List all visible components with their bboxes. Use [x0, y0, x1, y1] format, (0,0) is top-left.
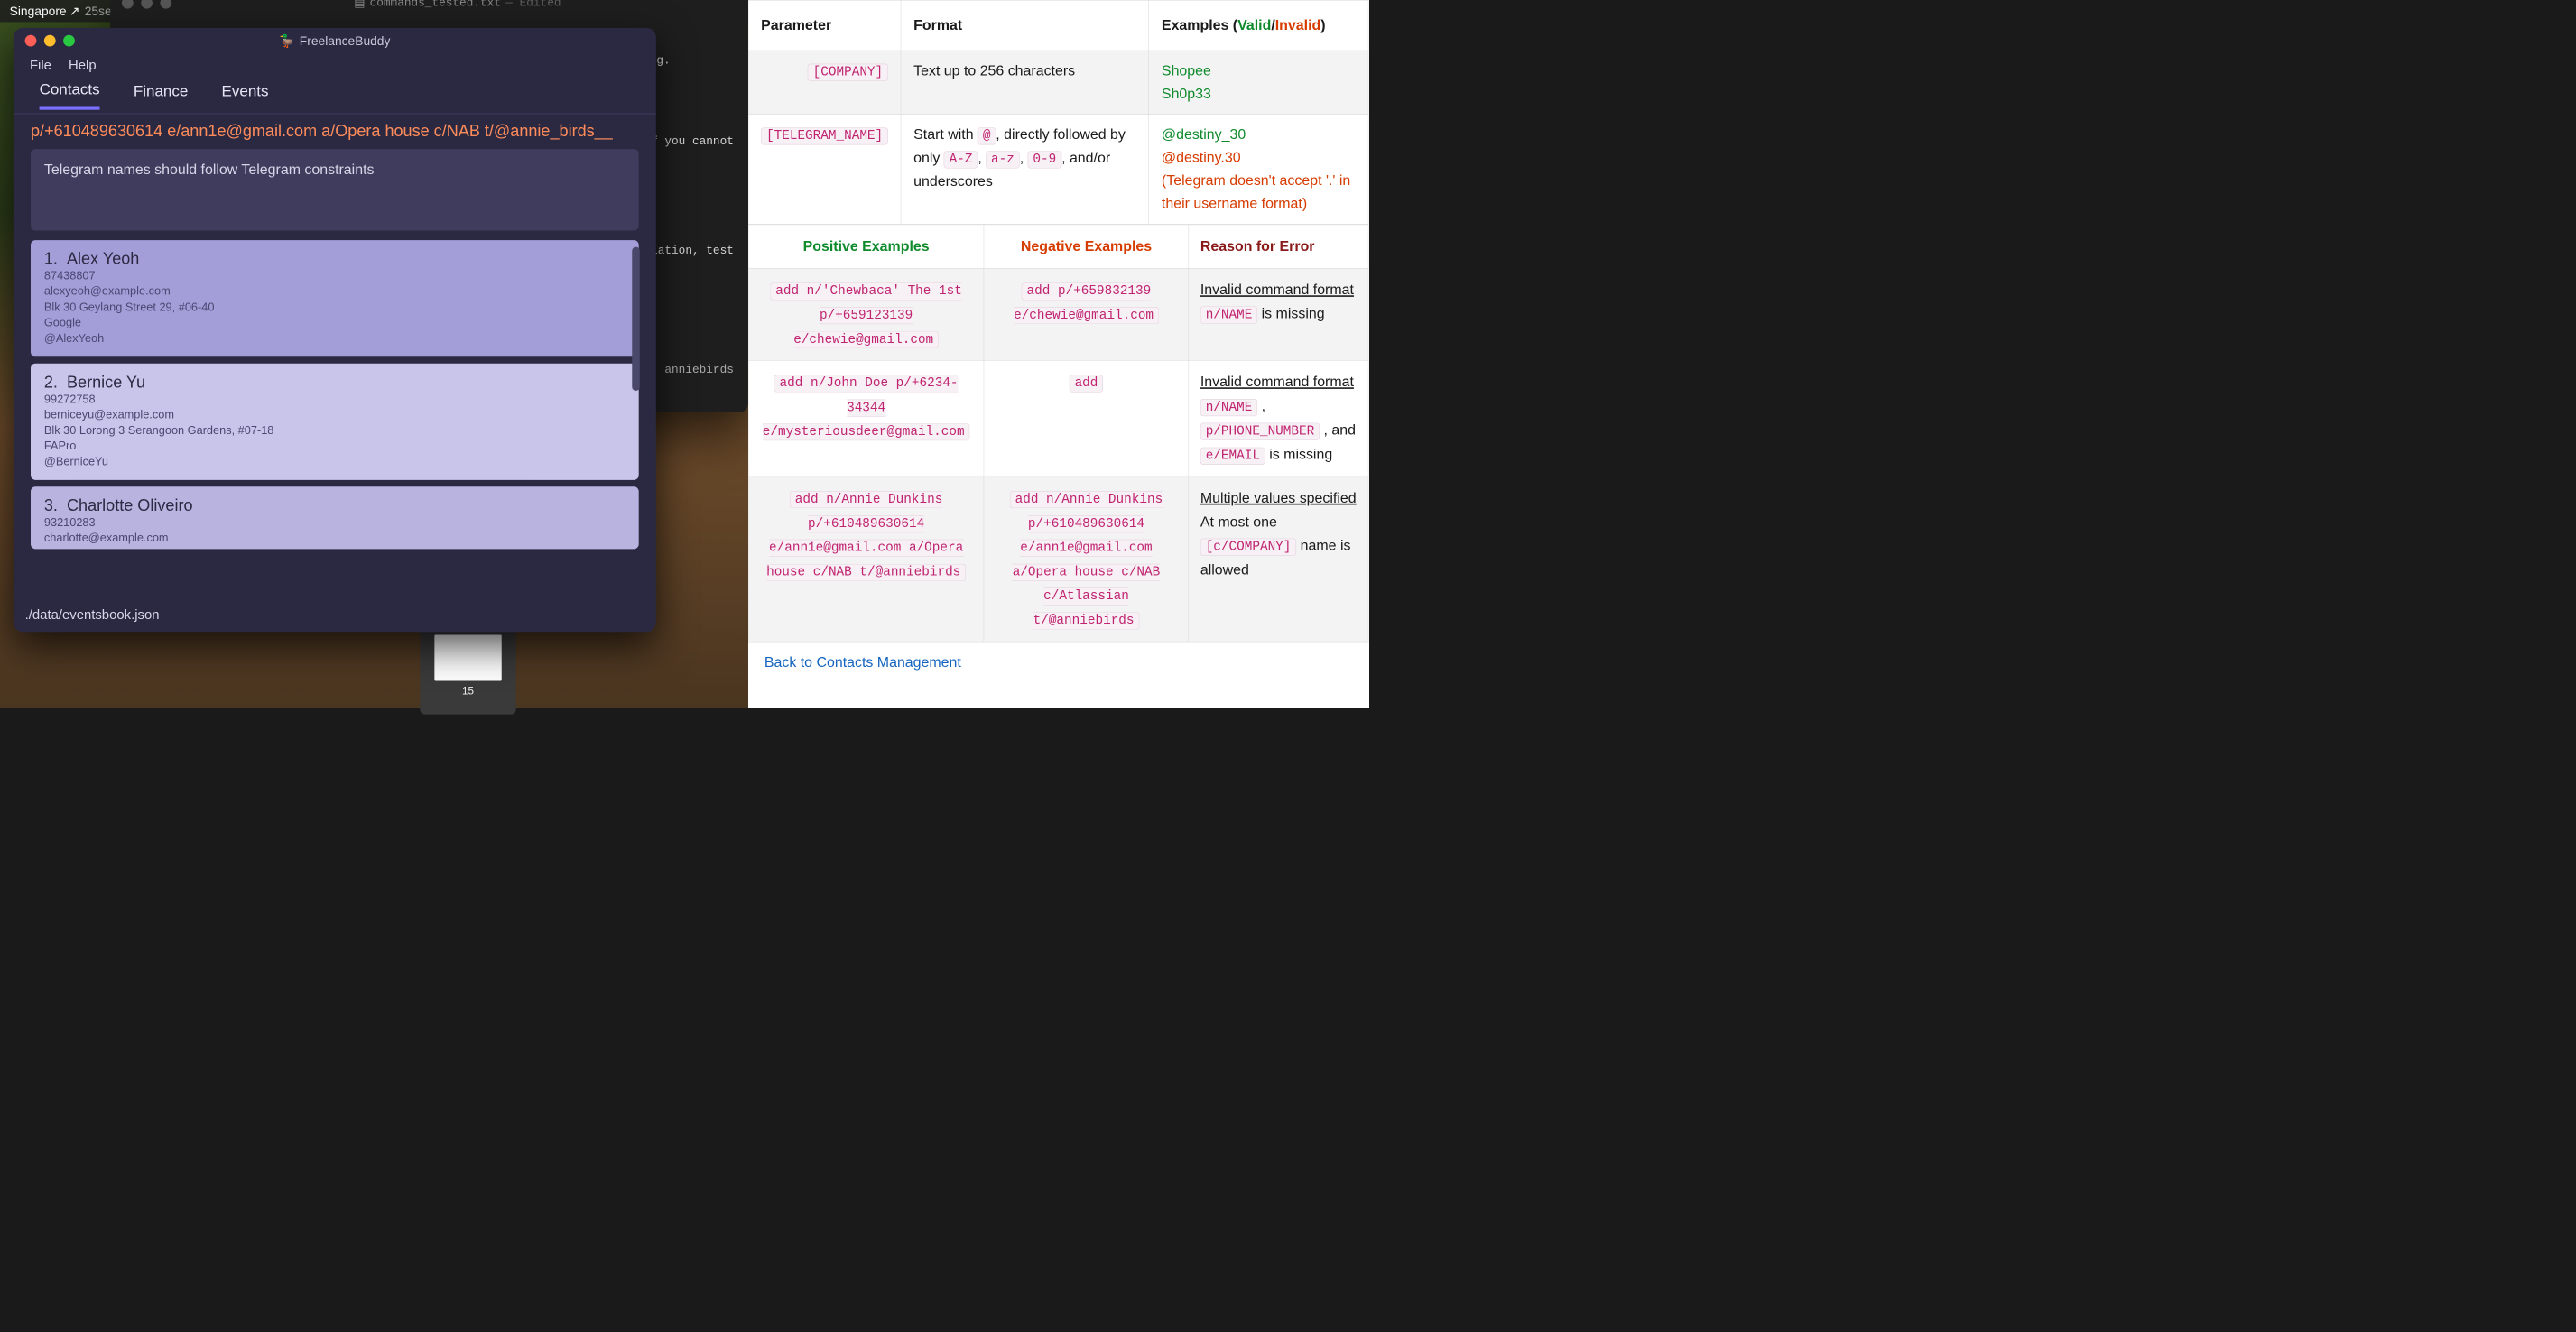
table-row: add n/Annie Dunkins p/+610489630614 e/an…	[748, 476, 1368, 642]
table-header-row: Parameter Format Examples (Valid/Invalid…	[748, 0, 1368, 51]
contact-name: 1. Alex Yeoh	[44, 250, 625, 269]
table-row: [TELEGRAM_NAME] Start with @, directly f…	[748, 115, 1368, 225]
editor-filename: commands_tested.txt	[370, 0, 501, 9]
contact-card[interactable]: 1. Alex Yeoh 87438807 alexyeoh@example.c…	[31, 240, 639, 356]
contacts-scrollbar[interactable]	[632, 247, 640, 391]
param-tag: [TELEGRAM_NAME]	[761, 127, 888, 144]
table-header-row: Positive Examples Negative Examples Reas…	[748, 225, 1368, 268]
editor-titlebar: ▤ commands_tested.txt — Edited	[110, 0, 748, 15]
contact-name: 2. Bernice Yu	[44, 373, 625, 392]
app-maximize-button[interactable]	[63, 35, 75, 47]
app-menubar: File Help	[14, 54, 656, 78]
contact-name: 3. Charlotte Oliveiro	[44, 496, 625, 515]
negative-example: add	[1070, 375, 1104, 393]
contact-phone: 87438807	[44, 269, 625, 284]
app-close-button[interactable]	[25, 35, 37, 47]
format-text: Text up to 256 characters	[901, 51, 1149, 115]
table-row: add n/'Chewbaca' The 1st p/+659123139 e/…	[748, 268, 1368, 360]
menu-file[interactable]: File	[30, 58, 51, 73]
pdf-thumbnail[interactable]	[434, 634, 501, 680]
document-icon: ▤	[354, 0, 365, 10]
param-tag: [COMPANY]	[808, 64, 888, 81]
status-bar: ./data/eventsbook.json	[14, 599, 656, 632]
tab-finance[interactable]: Finance	[134, 82, 188, 108]
contact-email: charlotte@example.com	[44, 531, 625, 546]
negative-example: add n/Annie Dunkins p/+610489630614 e/an…	[1010, 491, 1163, 629]
tab-events[interactable]: Events	[222, 82, 269, 108]
contact-address: Blk 30 Geylang Street 29, #06-40	[44, 300, 625, 315]
header-reason: Reason for Error	[1189, 225, 1368, 268]
positive-example: add n/John Doe p/+6234-34344 e/mysteriou…	[763, 375, 970, 441]
format-text: Start with @, directly followed by only …	[901, 115, 1149, 225]
menu-help[interactable]: Help	[69, 58, 97, 73]
positive-example: add n/Annie Dunkins p/+610489630614 e/an…	[766, 491, 966, 581]
freelancebuddy-window: 🦆 FreelanceBuddy File Help Contacts Fina…	[14, 28, 656, 632]
editor-minimize-button[interactable]	[141, 0, 153, 9]
examples-table: Positive Examples Negative Examples Reas…	[748, 225, 1369, 643]
tab-contacts[interactable]: Contacts	[40, 80, 100, 109]
contact-phone: 99272758	[44, 392, 625, 407]
contact-email: berniceyu@example.com	[44, 407, 625, 422]
header-format: Format	[901, 0, 1149, 51]
contact-company: Google	[44, 315, 625, 330]
app-title-text: FreelanceBuddy	[300, 33, 391, 48]
pdf-page-number: 15	[462, 685, 474, 698]
app-traffic-lights	[25, 35, 75, 47]
contacts-list[interactable]: 1. Alex Yeoh 87438807 alexyeoh@example.c…	[31, 240, 639, 549]
app-minimize-button[interactable]	[44, 35, 56, 47]
clock-peek: 25se	[85, 4, 112, 18]
app-logo-icon: 🦆	[279, 33, 294, 48]
location-text: Singapore	[10, 4, 67, 18]
negative-example: add p/+659832139 e/chewie@gmail.com	[1014, 282, 1159, 324]
editor-traffic-lights[interactable]	[122, 0, 171, 9]
header-positive: Positive Examples	[748, 225, 984, 268]
contact-company: FAPro	[44, 439, 625, 454]
table-row: add n/John Doe p/+6234-34344 e/mysteriou…	[748, 360, 1368, 476]
app-tabs: Contacts Finance Events	[14, 77, 656, 114]
header-negative: Negative Examples	[984, 225, 1189, 268]
table-row: [COMPANY] Text up to 256 characters Shop…	[748, 51, 1368, 115]
menubar-location: Singapore ↗ 25se	[10, 4, 112, 18]
editor-maximize-button[interactable]	[160, 0, 171, 9]
contact-phone: 93210283	[44, 515, 625, 531]
contact-telegram: @BerniceYu	[44, 454, 625, 469]
pdf-thumbnail-panel[interactable]: 15	[420, 628, 515, 715]
reason-cell: Multiple values specified At most one [c…	[1189, 476, 1368, 642]
positive-example: add n/'Chewbaca' The 1st p/+659123139 e/…	[770, 282, 961, 348]
contact-card[interactable]: 3. Charlotte Oliveiro 93210283 charlotte…	[31, 486, 639, 549]
back-to-contacts-link[interactable]: Back to Contacts Management	[748, 642, 978, 683]
documentation-pane[interactable]: Parameter Format Examples (Valid/Invalid…	[748, 0, 1369, 708]
parameter-table: Parameter Format Examples (Valid/Invalid…	[748, 0, 1369, 225]
editor-close-button[interactable]	[122, 0, 134, 9]
contact-email: alexyeoh@example.com	[44, 284, 625, 300]
reason-cell: Invalid command format n/NAME , p/PHONE_…	[1189, 360, 1368, 476]
command-input-wrap: p/+610489630614 e/ann1e@gmail.com a/Oper…	[14, 114, 656, 145]
app-titlebar[interactable]: 🦆 FreelanceBuddy	[14, 28, 656, 54]
reason-cell: Invalid command format n/NAME is missing	[1189, 268, 1368, 360]
feedback-message: Telegram names should follow Telegram co…	[31, 149, 639, 230]
editor-edited-badge: — Edited	[505, 0, 561, 9]
header-examples: Examples (Valid/Invalid)	[1149, 0, 1368, 51]
contact-address: Blk 30 Lorong 3 Serangoon Gardens, #07-1…	[44, 422, 625, 438]
contact-telegram: @AlexYeoh	[44, 330, 625, 346]
location-arrow-icon: ↗	[69, 4, 80, 18]
examples-cell: @destiny_30 @destiny.30 (Telegram doesn'…	[1149, 115, 1368, 225]
command-input[interactable]: p/+610489630614 e/ann1e@gmail.com a/Oper…	[31, 122, 639, 141]
contact-card[interactable]: 2. Bernice Yu 99272758 berniceyu@example…	[31, 364, 639, 480]
header-parameter: Parameter	[748, 0, 901, 51]
examples-cell: Shopee Sh0p33	[1149, 51, 1368, 115]
